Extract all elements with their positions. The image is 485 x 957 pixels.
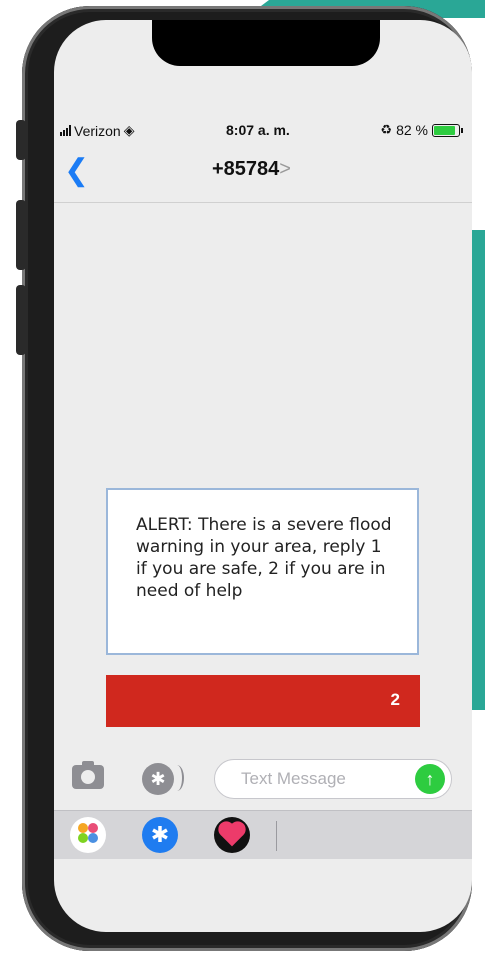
back-button[interactable]: ❮ <box>64 156 89 186</box>
message-input-bar: ✱ ↑ <box>54 755 472 805</box>
send-button[interactable]: ↑ <box>415 764 445 794</box>
arrow-up-icon: ↑ <box>425 769 435 789</box>
wifi-icon: ◈ <box>123 122 135 138</box>
app-store-tray-icon[interactable]: ✱ <box>142 817 178 853</box>
reply-option-label: 2 <box>390 690 400 709</box>
camera-icon[interactable] <box>72 761 104 789</box>
status-time: 8:07 a. m. <box>226 122 290 138</box>
reply-option-button[interactable]: 2 <box>106 675 420 727</box>
battery-icon <box>432 123 463 137</box>
volume-up-button <box>16 200 26 270</box>
volume-down-button <box>16 285 26 355</box>
alert-message-text: ALERT: There is a severe flood warning i… <box>136 515 392 601</box>
contact-number: +85784 <box>212 158 280 180</box>
status-bar: Verizon ◈ 8:07 a. m. ♻ 82 % <box>54 120 472 142</box>
signal-icon <box>60 125 71 136</box>
phone-screen: Verizon ◈ 8:07 a. m. ♻ 82 % ❮ +85784> AL… <box>54 20 472 932</box>
conversation-header: ❮ +85784> <box>54 144 472 203</box>
battery-percentage: 82 % <box>396 122 428 138</box>
contact-button[interactable]: +85784> <box>212 158 291 181</box>
decorative-teal-bar <box>471 230 485 710</box>
app-store-icon[interactable]: ✱ <box>142 763 184 795</box>
battery: ♻ 82 % <box>380 122 463 138</box>
carrier: Verizon ◈ <box>60 122 134 139</box>
tray-divider <box>276 821 277 851</box>
heart-app-icon[interactable] <box>214 817 250 853</box>
text-message-field[interactable]: ↑ <box>214 759 452 799</box>
text-message-input[interactable] <box>239 768 413 790</box>
photos-icon[interactable] <box>70 817 106 853</box>
app-drawer: ✱ <box>54 810 472 859</box>
chevron-right-icon: > <box>279 158 291 180</box>
carrier-name: Verizon <box>74 122 121 139</box>
alert-message-bubble: ALERT: There is a severe flood warning i… <box>106 488 419 655</box>
notch <box>152 20 380 66</box>
rotation-lock-icon: ♻ <box>380 122 393 137</box>
mute-switch <box>16 120 26 160</box>
chevron-left-icon: ❮ <box>64 154 90 187</box>
